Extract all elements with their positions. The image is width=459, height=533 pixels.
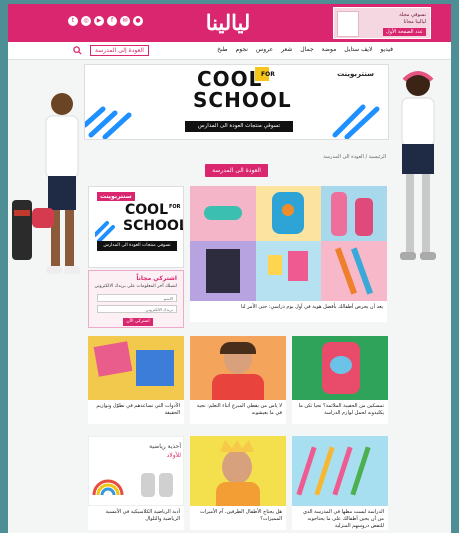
nav-item-beauty[interactable]: جمال bbox=[300, 46, 313, 53]
nav-item-hair[interactable]: شعر bbox=[281, 46, 292, 53]
hero-cool-text: COOL bbox=[197, 67, 263, 91]
hero-for-text: FOR bbox=[261, 71, 275, 78]
featured-image-notebook bbox=[190, 241, 256, 301]
youtube-icon[interactable]: ▶ bbox=[94, 16, 104, 26]
section-title[interactable]: العودة الى المدرسة bbox=[205, 164, 268, 177]
nav-item-bride[interactable]: عروس bbox=[256, 46, 273, 53]
article-caption[interactable]: لا ياس من يقطي المبرع أثناء التعلم: نجية… bbox=[190, 400, 286, 424]
breadcrumb[interactable]: الرئيسية / العودة الى المدرسة bbox=[266, 154, 386, 160]
featured-image-pencil-case bbox=[190, 186, 256, 241]
article-image-boy-portrait bbox=[190, 336, 286, 400]
user-icon[interactable]: ● bbox=[133, 16, 143, 26]
article-card[interactable]: الأدوات التي تساعدهم في تطوّل ونوازيم ال… bbox=[88, 336, 184, 424]
boy-model-image bbox=[12, 93, 80, 274]
nav-item-fashion[interactable]: موضة bbox=[322, 46, 337, 53]
promo-button[interactable]: عدد الصفحة الأول bbox=[383, 28, 426, 36]
featured-image-supplies bbox=[256, 241, 321, 301]
featured-article[interactable]: يعد أن يحرص أطفالك بأفضل هوية في أول يوم… bbox=[190, 186, 387, 322]
featured-image-cutlery bbox=[321, 241, 387, 301]
article-caption[interactable]: الدراسة ليست مطها في المدرسة الذي من أن … bbox=[292, 506, 388, 530]
featured-caption[interactable]: يعد أن يحرص أطفالك بأفضل هوية في أول يوم… bbox=[190, 301, 387, 322]
nav-item-lifestyle[interactable]: لايف ستايل bbox=[344, 46, 372, 53]
newsletter-description: لتصلك آخر المعلومات على بريدك الالكتروني bbox=[94, 284, 177, 289]
header-bar: t ◎ ▶ f ✉ ● ليالينا تسوقي مجلة ليالينا م… bbox=[8, 4, 451, 42]
newsletter-title: اشتركي مجاناً bbox=[136, 275, 177, 282]
site-logo[interactable]: ليالينا bbox=[168, 10, 288, 35]
sidebar-ad-for: FOR bbox=[169, 204, 181, 210]
sidebar-ad-brand: سنتربوينت bbox=[97, 192, 135, 201]
twitter-icon[interactable]: t bbox=[68, 16, 78, 26]
girl-model-image bbox=[400, 71, 436, 260]
article-card[interactable]: الدراسة ليست مطها في المدرسة الذي من أن … bbox=[292, 436, 388, 530]
sidebar-ad-cool: COOL bbox=[125, 202, 168, 218]
magazine-cover-image bbox=[337, 11, 359, 37]
rainbow-icon bbox=[92, 479, 124, 496]
featured-image-bottle bbox=[321, 186, 387, 241]
article-caption[interactable]: هل يحتاج الأطفال الظرفين، آم الأميرات ال… bbox=[190, 506, 286, 530]
featured-image-backpack bbox=[256, 186, 321, 241]
newsletter-submit-button[interactable]: اشتركي الآن bbox=[123, 318, 153, 326]
hero-banner[interactable]: سنتربوينت COOL FOR SCHOOL تسوقي منتجات ا… bbox=[84, 64, 389, 140]
article-image-crown-boy bbox=[190, 436, 286, 506]
article-image-school-bag bbox=[292, 336, 388, 400]
sneakers-ad-title: أحذية رياضية bbox=[149, 443, 181, 450]
facebook-icon[interactable]: f bbox=[107, 16, 117, 26]
sneakers-ad-subtitle: للأولاد bbox=[166, 452, 181, 459]
article-card[interactable]: تمسكين من الحقيبة الملائمة؟ تحيا تكن ما … bbox=[292, 336, 388, 424]
promo-line-2: ليالينا مجانا bbox=[403, 19, 426, 25]
sidebar-ad-tagline: تسوقي منتجات العودة الى المدارس bbox=[97, 241, 177, 251]
newsletter-email-input[interactable] bbox=[97, 305, 177, 313]
article-card[interactable]: أحذية رياضية للأولاد أذية الرياضية الكلا… bbox=[88, 436, 184, 530]
hero-brand: سنتربوينت bbox=[337, 70, 374, 78]
newsletter-box: اشتركي مجاناً لتصلك آخر المعلومات على بر… bbox=[88, 270, 184, 328]
article-caption[interactable]: الأدوات التي تساعدهم في تطوّل ونوازيم ال… bbox=[88, 400, 184, 424]
hero-school-text: SCHOOL bbox=[193, 88, 292, 112]
main-nav: فيديو لايف ستايل موضة جمال شعر عروس نجوم… bbox=[8, 42, 451, 60]
nav-item-back-to-school[interactable]: العودة إلى المدرسة bbox=[90, 45, 149, 56]
article-image-pencil-cases bbox=[88, 336, 184, 400]
article-card[interactable]: لا ياس من يقطي المبرع أثناء التعلم: نجية… bbox=[190, 336, 286, 424]
article-card[interactable]: هل يحتاج الأطفال الظرفين، آم الأميرات ال… bbox=[190, 436, 286, 530]
promo-line-1: تسوقي مجلة bbox=[399, 12, 426, 18]
nav-item-cooking[interactable]: طبخ bbox=[217, 46, 227, 53]
article-caption[interactable]: تمسكين من الحقيبة الملائمة؟ تحيا تكن ما … bbox=[292, 400, 388, 424]
social-icons: t ◎ ▶ f ✉ ● bbox=[68, 16, 143, 26]
newsletter-name-input[interactable] bbox=[97, 294, 177, 302]
page-frame: t ◎ ▶ f ✉ ● ليالينا تسوقي مجلة ليالينا م… bbox=[8, 4, 451, 533]
instagram-icon[interactable]: ◎ bbox=[81, 16, 91, 26]
hero-tagline: تسوقي منتجات العودة الى المدارس bbox=[185, 121, 293, 132]
article-image-sneakers: أحذية رياضية للأولاد bbox=[88, 436, 184, 506]
sidebar-ad-school: SCHOOL bbox=[123, 218, 184, 234]
article-caption[interactable]: أذية الرياضية الكلاسيكية في الأمسية الري… bbox=[88, 506, 184, 530]
nav-item-stars[interactable]: نجوم bbox=[236, 46, 248, 53]
article-image-pencils bbox=[292, 436, 388, 506]
nav-item-video[interactable]: فيديو bbox=[380, 46, 393, 53]
sidebar-ad[interactable]: سنتربوينت COOL FOR SCHOOL تسوقي منتجات ا… bbox=[88, 186, 184, 268]
sidebar-ad-decoration bbox=[95, 221, 115, 241]
nav-items: فيديو لايف ستايل موضة جمال شعر عروس نجوم… bbox=[217, 46, 393, 53]
magazine-promo[interactable]: تسوقي مجلة ليالينا مجانا عدد الصفحة الأو… bbox=[333, 7, 431, 39]
search-icon[interactable] bbox=[73, 46, 82, 55]
email-icon[interactable]: ✉ bbox=[120, 16, 130, 26]
